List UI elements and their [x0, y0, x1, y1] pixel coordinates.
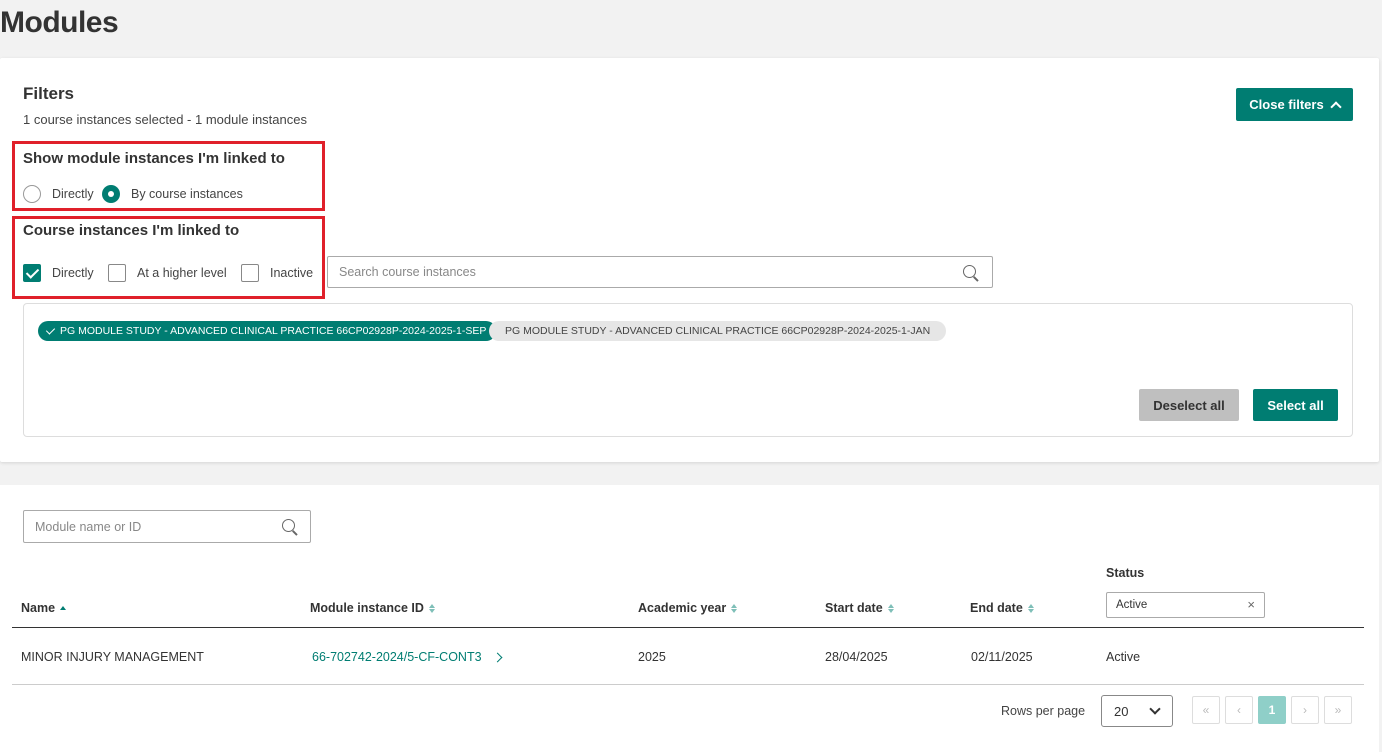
close-filters-label: Close filters: [1249, 97, 1324, 112]
close-icon[interactable]: ×: [1247, 597, 1255, 612]
cell-module-instance-id-link[interactable]: 66-702742-2024/5-CF-CONT3: [312, 650, 502, 664]
sort-icon[interactable]: [428, 603, 435, 613]
column-header-label: Academic year: [638, 601, 727, 615]
cell-end-date: 02/11/2025: [971, 650, 1033, 664]
chevron-down-icon: [1149, 703, 1161, 715]
rows-per-page-value: 20: [1114, 703, 1129, 719]
filters-panel: Filters 1 course instances selected - 1 …: [0, 58, 1379, 462]
radio-directly[interactable]: [23, 185, 41, 203]
cell-academic-year: 2025: [638, 650, 666, 664]
sort-icon[interactable]: [887, 603, 894, 613]
search-icon[interactable]: [963, 265, 976, 278]
course-instance-chips-panel: PG MODULE STUDY - ADVANCED CLINICAL PRAC…: [23, 303, 1353, 437]
last-page-button[interactable]: »: [1324, 696, 1352, 724]
sort-ascending-icon[interactable]: [60, 606, 67, 610]
module-search-placeholder: Module name or ID: [35, 519, 142, 534]
checkbox-inactive[interactable]: [241, 264, 259, 282]
chevron-up-icon: [1330, 100, 1342, 113]
course-chip-label: PG MODULE STUDY - ADVANCED CLINICAL PRAC…: [505, 325, 931, 337]
column-header-module-instance-id[interactable]: Module instance ID: [310, 601, 435, 615]
column-header-start-date[interactable]: Start date: [825, 601, 894, 615]
check-icon: [45, 324, 56, 335]
checkbox-inactive-label[interactable]: Inactive: [270, 266, 313, 280]
course-chip-label: PG MODULE STUDY - ADVANCED CLINICAL PRAC…: [60, 325, 487, 337]
course-section-heading: Course instances I'm linked to: [23, 222, 240, 239]
cell-status: Active: [1106, 650, 1141, 664]
course-instances-search-input[interactable]: Search course instances: [327, 256, 993, 288]
cell-start-date: 28/04/2025: [825, 650, 888, 664]
filters-title: Filters: [23, 84, 75, 103]
column-header-academic-year[interactable]: Academic year: [638, 601, 738, 615]
checkbox-higher-level[interactable]: [108, 264, 126, 282]
column-header-label: Module instance ID: [310, 601, 424, 615]
next-page-button[interactable]: ›: [1291, 696, 1319, 724]
deselect-all-button[interactable]: Deselect all: [1139, 389, 1239, 421]
column-header-end-date[interactable]: End date: [970, 601, 1034, 615]
module-instance-id-text: 66-702742-2024/5-CF-CONT3: [312, 650, 482, 664]
radio-by-course-instances[interactable]: [102, 185, 120, 203]
rows-per-page-label: Rows per page: [1001, 704, 1086, 718]
filters-summary: 1 course instances selected - 1 module i…: [23, 112, 307, 127]
table-row-divider: [12, 684, 1364, 685]
search-icon[interactable]: [282, 519, 295, 532]
course-chip-selected[interactable]: PG MODULE STUDY - ADVANCED CLINICAL PRAC…: [38, 321, 497, 341]
status-filter-input[interactable]: Active ×: [1106, 592, 1265, 618]
table-header-divider: [12, 627, 1364, 628]
radio-directly-label[interactable]: Directly: [52, 187, 94, 201]
select-all-button[interactable]: Select all: [1253, 389, 1338, 421]
course-search-placeholder: Search course instances: [339, 265, 476, 279]
rows-per-page-select[interactable]: 20: [1101, 695, 1173, 727]
first-page-button[interactable]: «: [1192, 696, 1220, 724]
column-header-label: End date: [970, 601, 1023, 615]
module-search-input[interactable]: Module name or ID: [23, 510, 311, 543]
radio-by-course-instances-label[interactable]: By course instances: [131, 187, 243, 201]
close-filters-button[interactable]: Close filters: [1236, 88, 1353, 121]
link-section-heading: Show module instances I'm linked to: [23, 150, 285, 167]
page-1-button[interactable]: 1: [1258, 696, 1286, 724]
column-header-label: Name: [21, 601, 56, 615]
column-header-label: Status: [1106, 566, 1145, 580]
column-header-label: Start date: [825, 601, 883, 615]
column-header-name[interactable]: Name: [21, 601, 67, 615]
course-chip-unselected[interactable]: PG MODULE STUDY - ADVANCED CLINICAL PRAC…: [489, 321, 947, 341]
status-filter-value: Active: [1116, 599, 1148, 611]
chevron-right-icon: [492, 652, 502, 662]
checkbox-course-directly-label[interactable]: Directly: [52, 266, 94, 280]
checkbox-higher-level-label[interactable]: At a higher level: [137, 266, 227, 280]
checkbox-course-directly[interactable]: [23, 264, 41, 282]
sort-icon[interactable]: [1027, 603, 1034, 613]
sort-icon[interactable]: [731, 603, 738, 613]
page-title: Modules: [0, 6, 119, 39]
prev-page-button[interactable]: ‹: [1225, 696, 1253, 724]
cell-name: MINOR INJURY MANAGEMENT: [21, 650, 204, 664]
column-header-status: Status: [1106, 566, 1144, 580]
